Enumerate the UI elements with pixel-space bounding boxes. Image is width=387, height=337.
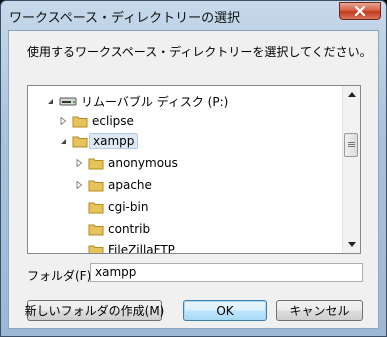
tree-item-label: eclipse (92, 114, 134, 128)
dialog-window: ワークスペース・ディレクトリーの選択 使用するワークスペース・ディレクトリーを選… (0, 0, 387, 337)
tree-item-label: contrib (108, 222, 151, 236)
folder-icon (88, 180, 104, 191)
folder-tree[interactable]: リムーバブル ディスク (P:) eclipse xampp anonymous… (27, 85, 361, 254)
window-title: ワークスペース・ディレクトリーの選択 (9, 11, 241, 26)
title-bar[interactable]: ワークスペース・ディレクトリーの選択 (1, 1, 386, 31)
tree-item-anonymous[interactable]: anonymous (75, 153, 178, 173)
folder-icon (88, 202, 104, 213)
tree-item-apache[interactable]: apache (75, 175, 152, 195)
close-icon (354, 6, 366, 16)
folder-field-label: フォルダ(F): (27, 269, 96, 283)
instruction-text: 使用するワークスペース・ディレクトリーを選択してください。 (27, 45, 372, 59)
ok-button[interactable]: OK (183, 300, 267, 321)
tree-item-xampp[interactable]: xampp (59, 131, 139, 151)
tree-scrollbar[interactable] (342, 86, 360, 253)
tree-item-contrib[interactable]: contrib (88, 219, 150, 239)
cancel-button[interactable]: キャンセル (276, 300, 363, 321)
tree-item-label: リムーバブル ディスク (P:) (81, 94, 229, 109)
scroll-thumb[interactable] (344, 133, 358, 157)
expanded-arrow-icon[interactable] (46, 97, 55, 106)
removable-drive-icon (59, 97, 77, 106)
collapsed-arrow-icon[interactable] (75, 159, 84, 168)
tree-item-label: FileZillaFTP (108, 243, 175, 254)
dialog-body: 使用するワークスペース・ディレクトリーを選択してください。 リムーバブル ディス… (8, 30, 379, 329)
tree-item-label: cgi-bin (108, 200, 149, 214)
folder-name-input[interactable]: xampp (90, 263, 363, 282)
scroll-up-button[interactable] (343, 86, 360, 103)
expanded-arrow-icon[interactable] (59, 137, 68, 146)
tree-item-drive[interactable]: リムーバブル ディスク (P:) (46, 91, 228, 111)
folder-icon (88, 224, 104, 235)
folder-icon (88, 158, 104, 169)
close-button[interactable] (339, 2, 381, 20)
tree-item-label: anonymous (108, 156, 178, 170)
folder-icon (88, 245, 104, 253)
new-folder-button[interactable]: 新しいフォルダの作成(M) (25, 300, 164, 321)
collapsed-arrow-icon[interactable] (59, 117, 68, 126)
scroll-up-icon (347, 92, 356, 97)
tree-item-label: xampp (89, 133, 139, 149)
collapsed-arrow-icon[interactable] (75, 181, 84, 190)
scroll-down-icon (347, 242, 356, 247)
tree-item-label: apache (108, 178, 152, 192)
scroll-down-button[interactable] (343, 236, 360, 253)
tree-item-filezillaftp[interactable]: FileZillaFTP (88, 240, 175, 254)
folder-icon (72, 116, 88, 127)
folder-icon (72, 136, 88, 147)
tree-item-cgi-bin[interactable]: cgi-bin (88, 197, 148, 217)
tree-item-eclipse[interactable]: eclipse (59, 111, 134, 131)
